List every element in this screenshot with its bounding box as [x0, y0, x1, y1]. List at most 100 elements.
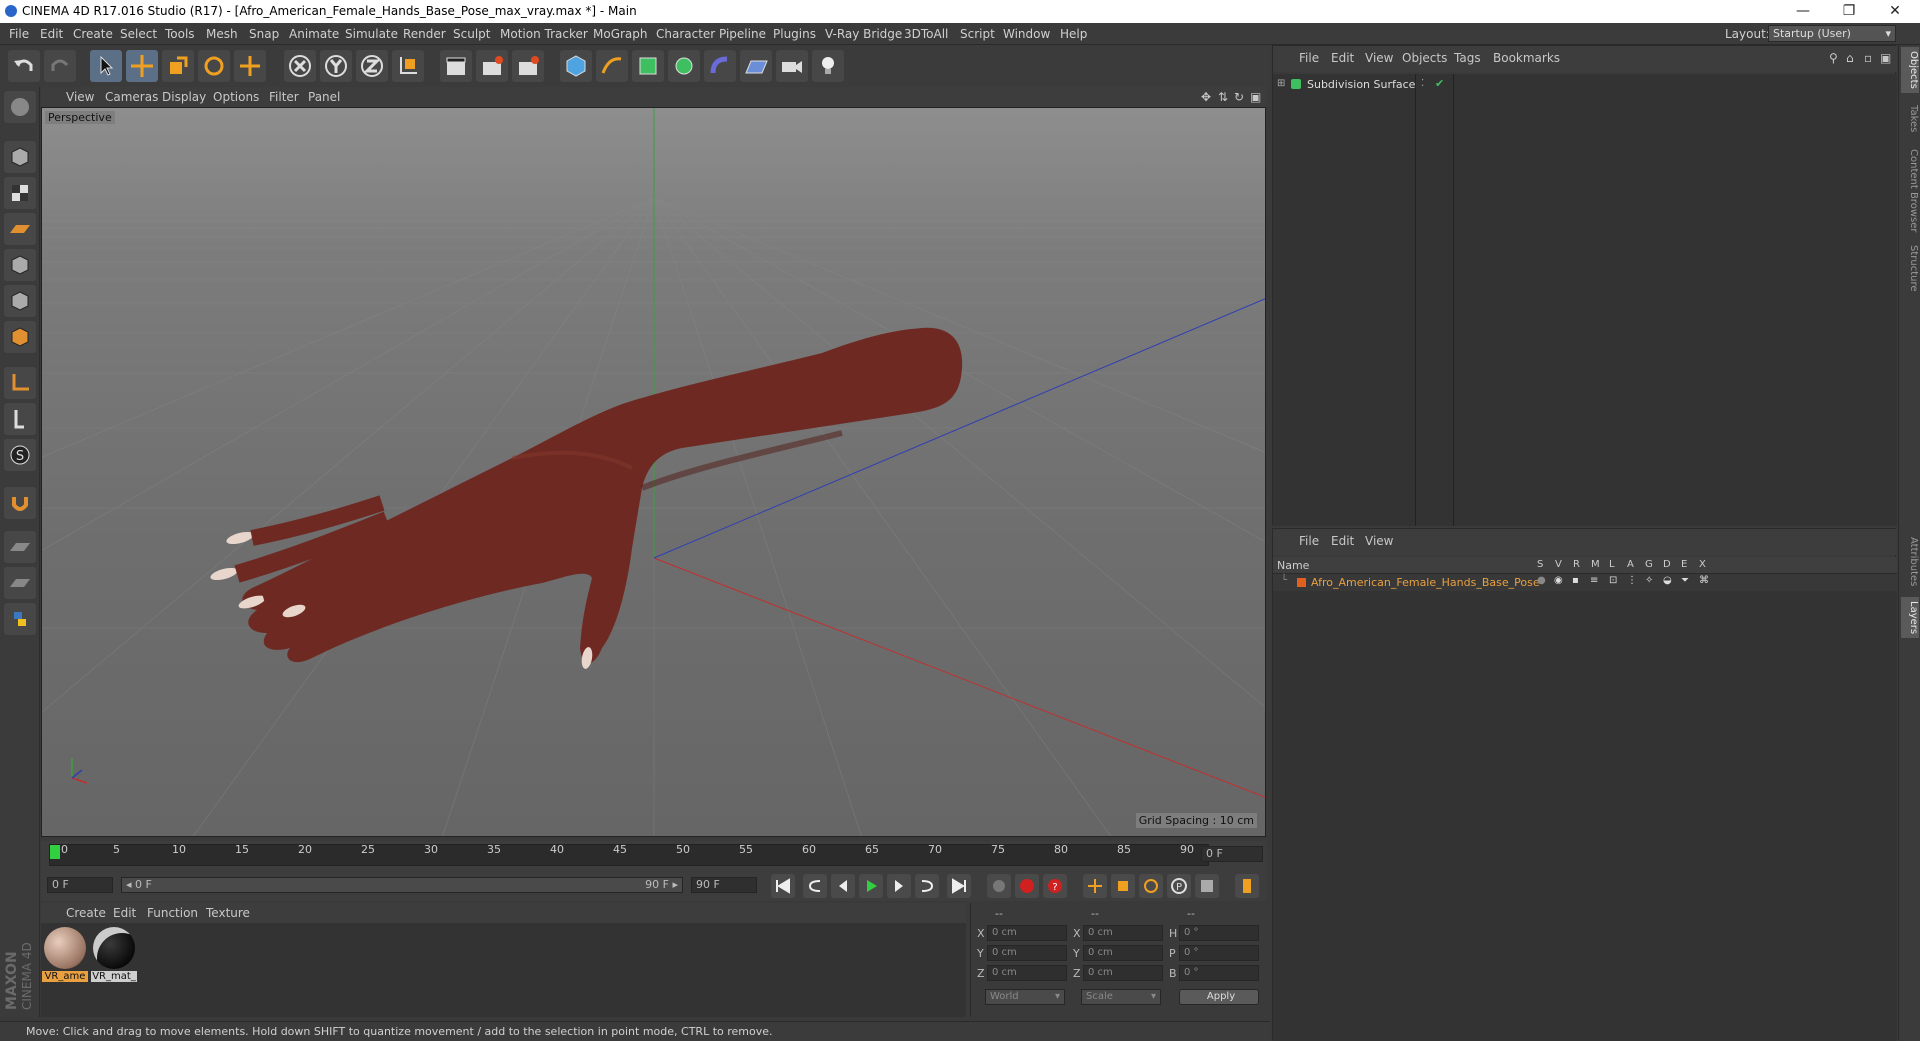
edges-mode-button[interactable]: [4, 285, 36, 317]
add-light-button[interactable]: [812, 50, 844, 82]
add-generator-button[interactable]: [632, 50, 664, 82]
menu-mesh[interactable]: Mesh: [206, 27, 238, 41]
key-position-button[interactable]: [1083, 874, 1107, 898]
y-axis-button[interactable]: [320, 50, 352, 82]
viewport-menu-display[interactable]: Display: [162, 90, 206, 104]
add-deformer-button[interactable]: [704, 50, 736, 82]
magnet-button[interactable]: [4, 487, 36, 519]
add-environment-button[interactable]: [740, 50, 772, 82]
menu-plugins[interactable]: Plugins: [773, 27, 816, 41]
xref-icon[interactable]: ⌘: [1699, 575, 1709, 586]
eye-icon[interactable]: ◉: [1554, 575, 1563, 586]
layer-row[interactable]: └ Afro_American_Female_Hands_Base_Pose ●…: [1273, 574, 1897, 591]
undo-button[interactable]: [8, 50, 40, 82]
size-x-field[interactable]: 0 cm: [1083, 925, 1163, 941]
viewport-menu-cameras[interactable]: Cameras: [105, 90, 158, 104]
playhead[interactable]: [50, 845, 60, 859]
panel-maximize-icon[interactable]: ▣: [1880, 51, 1891, 65]
key-parameter-button[interactable]: P: [1167, 874, 1191, 898]
menu-help[interactable]: Help: [1060, 27, 1087, 41]
enabled-check-icon[interactable]: ✔: [1435, 77, 1444, 90]
add-spline-button[interactable]: [596, 50, 628, 82]
menu-3dtoall[interactable]: 3DToAll: [904, 27, 948, 41]
viewport-menu-filter[interactable]: Filter: [269, 90, 299, 104]
python-button[interactable]: [4, 603, 36, 635]
material-menu-create[interactable]: Create: [66, 906, 106, 920]
move-tool-button[interactable]: [126, 50, 158, 82]
layout-select[interactable]: Startup (User) ▾: [1768, 25, 1896, 42]
objects-menu-file[interactable]: File: [1299, 51, 1319, 65]
minimize-button[interactable]: —: [1780, 0, 1826, 23]
size-y-field[interactable]: 0 cm: [1083, 945, 1163, 961]
menu-animate[interactable]: Animate: [289, 27, 339, 41]
tab-content-browser[interactable]: Content Browser: [1901, 145, 1919, 236]
position-z-field[interactable]: 0 cm: [987, 965, 1067, 981]
timeline-track[interactable]: [49, 844, 1209, 866]
tab-structure[interactable]: Structure: [1901, 241, 1919, 296]
render-icon[interactable]: ▪: [1572, 575, 1579, 586]
workplane-align-button[interactable]: [4, 567, 36, 599]
frame-range-slider[interactable]: ◂ 0 F 90 F ▸: [121, 877, 683, 893]
render-view-button[interactable]: [440, 50, 472, 82]
play-button[interactable]: [859, 874, 883, 898]
end-frame-field[interactable]: 90 F: [691, 877, 757, 893]
menu-tools[interactable]: Tools: [165, 27, 195, 41]
layer-color-swatch[interactable]: [1297, 578, 1306, 587]
menu-character[interactable]: Character: [656, 27, 715, 41]
go-to-end-button[interactable]: [947, 874, 971, 898]
next-key-button[interactable]: [915, 874, 939, 898]
viewport-pan-icon[interactable]: ✥: [1201, 90, 1211, 104]
rotation-b-field[interactable]: 0 °: [1179, 965, 1259, 981]
solo-dot-icon[interactable]: ●: [1537, 575, 1546, 586]
search-icon[interactable]: ⚲: [1829, 51, 1838, 65]
material-swatch[interactable]: VR_mat_: [91, 927, 137, 985]
manager-icon[interactable]: ≡: [1590, 575, 1598, 586]
motion-record-button[interactable]: [987, 874, 1011, 898]
rotation-h-field[interactable]: 0 °: [1179, 925, 1259, 941]
objects-menu-view[interactable]: View: [1365, 51, 1393, 65]
viewport-menu-options[interactable]: Options: [213, 90, 259, 104]
coordinate-mode-select[interactable]: World ▾: [985, 989, 1065, 1005]
layer-name[interactable]: Afro_American_Female_Hands_Base_Pose: [1311, 576, 1540, 589]
snap-button[interactable]: S: [4, 439, 36, 471]
add-array-button[interactable]: [668, 50, 700, 82]
material-menu-function[interactable]: Function: [147, 906, 198, 920]
current-frame-field[interactable]: 0 F: [1201, 846, 1263, 862]
texture-mode-button[interactable]: [4, 177, 36, 209]
expand-icon[interactable]: ⊞: [1277, 78, 1285, 89]
size-z-field[interactable]: 0 cm: [1083, 965, 1163, 981]
menu-sculpt[interactable]: Sculpt: [453, 27, 490, 41]
autokey-button[interactable]: ?: [1043, 874, 1067, 898]
material-menu-texture[interactable]: Texture: [206, 906, 250, 920]
object-tree[interactable]: [1273, 74, 1897, 526]
material-menu-edit[interactable]: Edit: [113, 906, 136, 920]
workplane-lock-button[interactable]: [4, 531, 36, 563]
rotate-tool-button[interactable]: [198, 50, 230, 82]
object-name[interactable]: Subdivision Surface: [1307, 78, 1415, 91]
previous-key-button[interactable]: [803, 874, 827, 898]
layer-list[interactable]: └ Afro_American_Female_Hands_Base_Pose ●…: [1273, 574, 1897, 1041]
viewport-dolly-icon[interactable]: ⇅: [1218, 90, 1228, 104]
menu-render[interactable]: Render: [403, 27, 446, 41]
menu-window[interactable]: Window: [1003, 27, 1050, 41]
z-axis-button[interactable]: [356, 50, 388, 82]
menu-pipeline[interactable]: Pipeline: [719, 27, 766, 41]
apply-button[interactable]: Apply: [1179, 989, 1259, 1005]
polygons-mode-button[interactable]: [4, 321, 36, 353]
menu-edit[interactable]: Edit: [40, 27, 63, 41]
viewport-menu-panel[interactable]: Panel: [308, 90, 340, 104]
live-selection-button[interactable]: [90, 50, 122, 82]
menu-script[interactable]: Script: [960, 27, 995, 41]
start-frame-field[interactable]: 0 F: [47, 877, 113, 893]
key-scale-button[interactable]: [1111, 874, 1135, 898]
viewport-maximize-icon[interactable]: ▣: [1250, 90, 1261, 104]
menu-motion-tracker[interactable]: Motion Tracker: [500, 27, 588, 41]
tab-attributes[interactable]: Attributes: [1901, 533, 1919, 590]
render-picture-viewer-button[interactable]: [476, 50, 508, 82]
generator-icon[interactable]: ✧: [1645, 575, 1653, 586]
deformer-icon[interactable]: ◒: [1663, 575, 1672, 586]
key-rotation-button[interactable]: [1139, 874, 1163, 898]
layers-menu-edit[interactable]: Edit: [1331, 534, 1354, 548]
scale-tool-button[interactable]: [162, 50, 194, 82]
menu-create[interactable]: Create: [73, 27, 113, 41]
